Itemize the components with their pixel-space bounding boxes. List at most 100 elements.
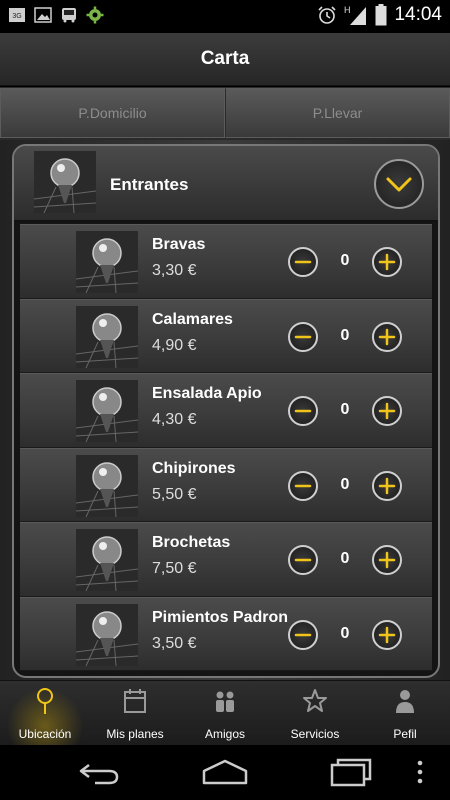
- list-item: Brochetas 7,50 € 0: [20, 522, 432, 597]
- plus-icon: [378, 626, 396, 643]
- minus-icon: [294, 633, 312, 636]
- svg-text:H: H: [344, 5, 351, 15]
- back-icon[interactable]: [75, 757, 125, 787]
- status-bar: 3G H 14:04: [0, 0, 450, 33]
- calendar-icon: [124, 689, 146, 713]
- list-item: Ensalada Apio 4,30 € 0: [20, 373, 432, 448]
- quantity-stepper: 0: [288, 619, 408, 650]
- increase-button[interactable]: [372, 321, 402, 352]
- order-type-tabs: P.Domicilio P.Llevar: [0, 87, 450, 140]
- category-label: Entrantes: [110, 175, 189, 194]
- increase-button[interactable]: [372, 619, 402, 650]
- quantity-stepper: 0: [288, 247, 408, 277]
- plus-icon: [378, 402, 396, 420]
- plus-icon: [378, 253, 396, 271]
- list-item: Pimientos Padron 3,50 € 0: [20, 596, 432, 671]
- minus-icon: [294, 335, 312, 338]
- home-icon[interactable]: [200, 757, 250, 787]
- quantity-value: 0: [340, 326, 350, 344]
- item-price: 5,50 €: [152, 485, 197, 503]
- quantity-stepper: 0: [288, 470, 408, 501]
- clock-time: 14:04: [394, 4, 442, 25]
- list-item: Chipirones 5,50 € 0: [20, 447, 432, 522]
- plus-icon: [378, 477, 396, 494]
- plus-icon: [378, 328, 396, 345]
- menu-panel: Entrantes Bravas 3,30 € 0 Calamares 4,90…: [12, 144, 440, 678]
- quantity-value: 0: [340, 550, 350, 567]
- quantity-stepper: 0: [288, 545, 408, 575]
- quantity-stepper: 0: [288, 321, 408, 352]
- nav-item-servicios[interactable]: Servicios: [270, 681, 360, 745]
- item-name: Ensalada Apio: [152, 385, 262, 402]
- svg-text:3G: 3G: [12, 13, 21, 20]
- increase-button[interactable]: [372, 396, 402, 426]
- item-price: 3,50 €: [152, 634, 197, 652]
- alarm-icon: [318, 6, 337, 24]
- star-icon: [303, 689, 327, 712]
- bus-icon: [62, 8, 76, 23]
- increase-button[interactable]: [372, 470, 402, 501]
- nav-item-perfil[interactable]: Pefil: [360, 681, 450, 745]
- decrease-button[interactable]: [288, 321, 318, 352]
- item-name: Calamares: [152, 310, 233, 328]
- recent-apps-icon[interactable]: [326, 757, 376, 787]
- tab-domicilio[interactable]: P.Domicilio: [0, 88, 225, 138]
- item-list: Bravas 3,30 € 0 Calamares 4,90 € 0 Ensal…: [20, 224, 432, 671]
- category-header[interactable]: Entrantes: [14, 146, 438, 222]
- decrease-button[interactable]: [288, 545, 318, 575]
- increase-button[interactable]: [372, 247, 402, 277]
- chevron-down-icon: [386, 177, 412, 192]
- nav-item-ubicacion[interactable]: Ubicación: [0, 681, 90, 745]
- signal-icon: H: [344, 5, 367, 25]
- pin-icon: [37, 688, 53, 714]
- quantity-value: 0: [340, 401, 350, 418]
- quantity-stepper: 0: [288, 396, 408, 426]
- list-item: Bravas 3,30 € 0: [20, 224, 432, 299]
- quantity-value: 0: [340, 252, 350, 269]
- app-header: Carta: [0, 33, 450, 86]
- item-thumbnail: [76, 305, 138, 368]
- decrease-button[interactable]: [288, 470, 318, 501]
- decrease-button[interactable]: [288, 619, 318, 650]
- item-thumbnail: [76, 454, 138, 517]
- quantity-value: 0: [340, 624, 350, 642]
- gear-icon: [86, 6, 104, 24]
- nav-item-mis-planes[interactable]: Mis planes: [90, 681, 180, 745]
- item-price: 7,50 €: [152, 560, 197, 577]
- list-item: Calamares 4,90 € 0: [20, 298, 432, 373]
- nav-label: Mis planes: [106, 727, 164, 741]
- quantity-value: 0: [340, 475, 350, 493]
- battery-icon: [375, 4, 387, 26]
- decrease-button[interactable]: [288, 247, 318, 277]
- minus-icon: [294, 260, 312, 264]
- nav-label: Amigos: [204, 727, 245, 741]
- menu-area: Entrantes Bravas 3,30 € 0 Calamares 4,90…: [0, 140, 450, 680]
- people-icon: [216, 691, 234, 712]
- item-name: Bravas: [152, 236, 206, 253]
- image-icon: [34, 7, 52, 23]
- page-title: Carta: [200, 48, 250, 69]
- category-toggle-button[interactable]: [374, 159, 424, 209]
- nav-item-amigos[interactable]: Amigos: [180, 681, 270, 745]
- item-name: Chipirones: [152, 459, 236, 477]
- item-price: 4,90 €: [152, 336, 197, 354]
- overflow-menu-icon[interactable]: [410, 757, 430, 787]
- 3g-badge-icon: 3G: [9, 8, 25, 22]
- item-price: 4,30 €: [152, 411, 197, 428]
- minus-icon: [294, 484, 312, 487]
- category-thumbnail: [34, 151, 96, 213]
- item-price: 3,30 €: [152, 262, 197, 279]
- item-thumbnail: [76, 529, 138, 591]
- minus-icon: [294, 558, 312, 562]
- nav-label: Servicios: [290, 727, 340, 741]
- decrease-button[interactable]: [288, 396, 318, 426]
- nav-label: Ubicación: [18, 727, 72, 741]
- tab-llevar[interactable]: P.Llevar: [225, 88, 450, 138]
- item-name: Pimientos Padron: [152, 608, 289, 626]
- item-name: Brochetas: [152, 534, 231, 551]
- increase-button[interactable]: [372, 545, 402, 575]
- bottom-nav: Ubicación Mis planes Amigos Servicios Pe…: [0, 680, 450, 745]
- nav-label: Pefil: [393, 727, 417, 741]
- item-thumbnail: [76, 380, 138, 442]
- item-thumbnail: [76, 603, 138, 666]
